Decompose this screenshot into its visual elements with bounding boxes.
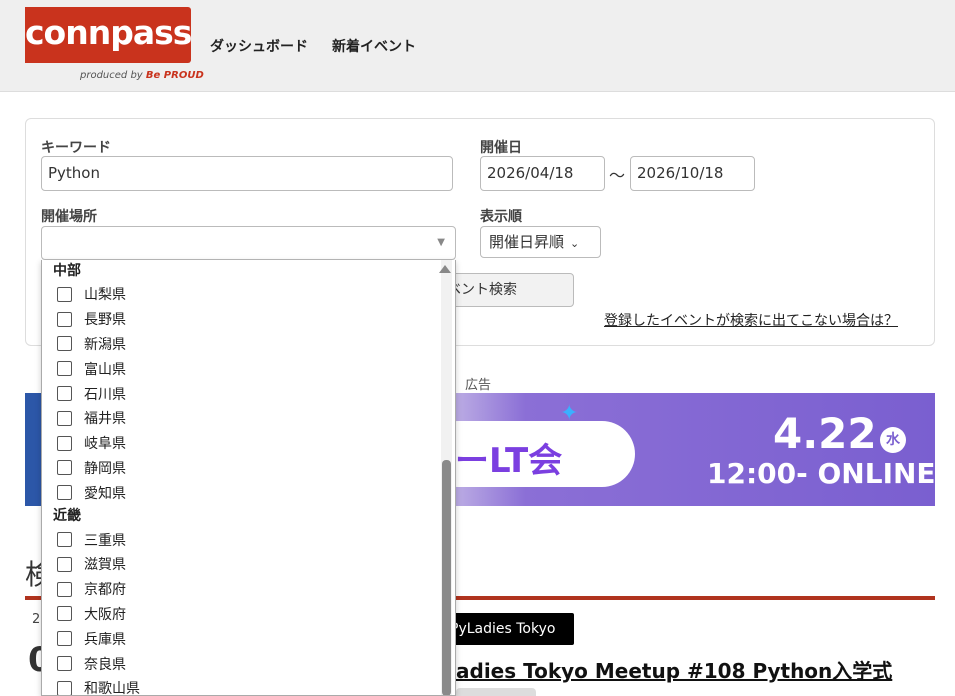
prefecture-checkbox[interactable] <box>57 631 72 647</box>
prefecture-option[interactable]: 奈良県 <box>42 651 440 676</box>
banner-date: 4.22 <box>773 409 877 458</box>
prefecture-option[interactable]: 三重県 <box>42 527 440 552</box>
prefecture-label: 岐阜県 <box>84 436 126 453</box>
prefecture-label: 福井県 <box>84 411 126 428</box>
sort-select[interactable]: 開催日昇順 ⌄ <box>480 226 601 258</box>
group-badge[interactable]: PyLadies Tokyo <box>440 613 574 645</box>
scroll-up-icon[interactable] <box>439 265 451 273</box>
prefecture-option[interactable]: 富山県 <box>42 356 440 381</box>
prefecture-checkbox[interactable] <box>57 556 72 572</box>
prefecture-checkbox[interactable] <box>57 532 72 548</box>
scrollbar-thumb[interactable] <box>442 460 451 695</box>
region-heading: 近畿 <box>53 508 81 525</box>
prefecture-label: 石川県 <box>84 386 126 403</box>
beproud-brand: Be PROUD <box>145 70 204 81</box>
chevron-down-icon: ⌄ <box>570 237 580 250</box>
site-header: connpass produced by Be PROUD ダッシュボード 新着… <box>0 0 955 92</box>
prefecture-option[interactable]: 愛知県 <box>42 480 440 505</box>
location-select[interactable]: ▼ <box>41 226 456 260</box>
event-thumbnail[interactable] <box>456 688 536 696</box>
prefecture-checkbox[interactable] <box>57 311 72 327</box>
region-heading: 中部 <box>53 263 81 279</box>
prefecture-checkbox[interactable] <box>57 386 72 402</box>
prefecture-label: 和歌山県 <box>84 681 140 696</box>
location-dropdown: 中部 山梨県長野県新潟県富山県石川県福井県岐阜県静岡県愛知県 近畿 三重県滋賀県京都府… <box>41 260 456 696</box>
location-label: 開催場所 <box>41 209 97 225</box>
date-separator: 〜 <box>609 166 626 185</box>
date-label: 開催日 <box>480 140 522 156</box>
main-nav: ダッシュボード 新着イベント <box>210 36 416 56</box>
prefecture-checkbox[interactable] <box>57 336 72 352</box>
sort-label: 表示順 <box>480 209 522 225</box>
banner-lt-text: ーLT会 <box>455 441 563 481</box>
ad-label: 広告 <box>465 378 492 393</box>
prefecture-label: 長野県 <box>84 312 126 329</box>
prefecture-label: 山梨県 <box>84 287 126 304</box>
nav-new-events[interactable]: 新着イベント <box>332 36 416 56</box>
prefecture-option[interactable]: 岐阜県 <box>42 431 440 456</box>
prefecture-list: 中部 山梨県長野県新潟県富山県石川県福井県岐阜県静岡県愛知県 近畿 三重県滋賀県京都府… <box>42 260 440 696</box>
prefecture-checkbox[interactable] <box>57 680 72 695</box>
prefecture-option[interactable]: 石川県 <box>42 381 440 406</box>
prefecture-checkbox[interactable] <box>57 460 72 476</box>
sort-value: 開催日昇順 <box>489 233 565 251</box>
prefecture-label: 京都府 <box>84 582 126 599</box>
prefecture-label: 静岡県 <box>84 460 126 477</box>
keyword-input[interactable]: Python <box>41 156 453 191</box>
banner-weekday: 水 <box>880 427 906 453</box>
prefecture-option[interactable]: 兵庫県 <box>42 626 440 651</box>
logo-text: connpass <box>25 13 192 52</box>
banner-time: 12:00- ONLINE <box>707 457 935 490</box>
event-date: 2 <box>32 612 41 627</box>
keyword-label: キーワード <box>41 140 111 156</box>
prefecture-checkbox[interactable] <box>57 581 72 597</box>
prefecture-option[interactable]: 静岡県 <box>42 456 440 481</box>
nav-dashboard[interactable]: ダッシュボード <box>210 36 308 56</box>
prefecture-option[interactable]: 山梨県 <box>42 282 440 307</box>
prefecture-label: 富山県 <box>84 361 126 378</box>
prefecture-option[interactable]: 大阪府 <box>42 602 440 627</box>
prefecture-option[interactable]: 福井県 <box>42 406 440 431</box>
prefecture-label: 奈良県 <box>84 656 126 673</box>
date-to-input[interactable]: 2026/10/18 <box>630 156 755 191</box>
prefecture-checkbox[interactable] <box>57 286 72 302</box>
search-help-link[interactable]: 登録したイベントが検索に出てこない場合は？ <box>604 310 898 330</box>
logo-subtitle: produced by Be PROUD <box>80 70 204 81</box>
sparkle-icon: ✦ <box>560 401 579 426</box>
prefecture-option[interactable]: 長野県 <box>42 307 440 332</box>
prefecture-option[interactable]: 新潟県 <box>42 332 440 357</box>
prefecture-label: 三重県 <box>84 532 126 549</box>
prefecture-checkbox[interactable] <box>57 485 72 501</box>
prefecture-checkbox[interactable] <box>57 606 72 622</box>
prefecture-label: 新潟県 <box>84 336 126 353</box>
prefecture-checkbox[interactable] <box>57 435 72 451</box>
connpass-logo[interactable]: connpass produced by Be PROUD <box>25 7 204 87</box>
prefecture-option[interactable]: 滋賀県 <box>42 552 440 577</box>
event-title-link[interactable]: adies Tokyo Meetup #108 Python入学式 <box>456 655 892 684</box>
caret-down-icon: ▼ <box>437 237 445 248</box>
prefecture-label: 兵庫県 <box>84 631 126 648</box>
event-search-button[interactable]: ベント検索 <box>436 273 574 307</box>
date-from-input[interactable]: 2026/04/18 <box>480 156 605 191</box>
prefecture-option[interactable]: 京都府 <box>42 577 440 602</box>
prefecture-option[interactable]: 和歌山県 <box>42 676 440 696</box>
prefecture-checkbox[interactable] <box>57 656 72 672</box>
prefecture-checkbox[interactable] <box>57 361 72 377</box>
prefecture-label: 大阪府 <box>84 606 126 623</box>
prefecture-label: 滋賀県 <box>84 557 126 574</box>
prefecture-checkbox[interactable] <box>57 410 72 426</box>
prefecture-label: 愛知県 <box>84 485 126 502</box>
